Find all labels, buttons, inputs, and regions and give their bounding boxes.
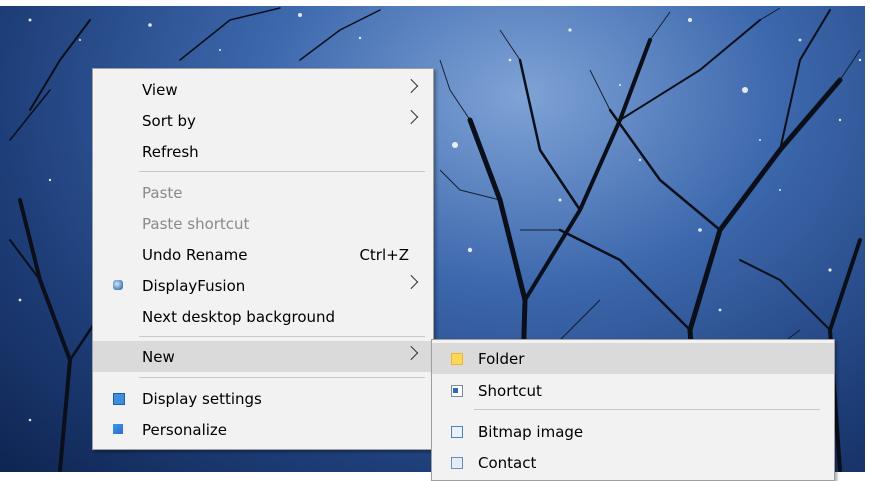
submenu-item-label: Contact <box>478 453 537 472</box>
menu-item-label: Sort by <box>142 111 196 130</box>
personalize-icon <box>113 424 123 434</box>
screenshot-border-right <box>865 0 870 478</box>
menu-item-refresh[interactable]: Refresh <box>93 136 433 167</box>
displayfusion-icon <box>113 280 123 290</box>
menu-item-label: Next desktop background <box>142 307 336 326</box>
menu-item-displayfusion[interactable]: DisplayFusion <box>93 270 433 301</box>
menu-item-label: Paste shortcut <box>142 214 250 233</box>
menu-item-undo-rename[interactable]: Undo Rename Ctrl+Z <box>93 239 433 270</box>
new-submenu: Folder Shortcut Bitmap image Contact <box>431 339 835 481</box>
folder-icon <box>451 353 463 365</box>
menu-item-new[interactable]: New <box>93 341 433 372</box>
submenu-item-label: Shortcut <box>478 381 542 400</box>
menu-item-label: DisplayFusion <box>142 276 246 295</box>
menu-item-personalize[interactable]: Personalize <box>93 414 433 445</box>
keyboard-shortcut: Ctrl+Z <box>359 245 409 264</box>
menu-item-label: Personalize <box>142 420 228 439</box>
shortcut-icon <box>451 385 463 397</box>
chevron-right-icon <box>404 78 419 94</box>
submenu-item-label: Bitmap image <box>478 422 584 441</box>
submenu-item-label: Folder <box>478 349 525 368</box>
submenu-item-folder[interactable]: Folder <box>432 343 834 374</box>
submenu-item-contact[interactable]: Contact <box>432 447 834 478</box>
menu-item-label: Paste <box>142 183 183 202</box>
menu-separator <box>139 336 425 337</box>
bitmap-icon <box>451 426 463 438</box>
chevron-right-icon <box>404 109 419 125</box>
menu-item-display-settings[interactable]: Display settings <box>93 383 433 414</box>
display-settings-icon <box>113 393 125 405</box>
menu-separator <box>139 377 425 378</box>
submenu-item-shortcut[interactable]: Shortcut <box>432 375 834 406</box>
menu-separator <box>474 409 820 410</box>
menu-item-paste[interactable]: Paste <box>93 177 433 208</box>
desktop-context-menu: View Sort by Refresh Paste Paste shortcu… <box>92 68 434 450</box>
menu-item-label: Display settings <box>142 389 262 408</box>
menu-item-next-desktop-background[interactable]: Next desktop background <box>93 301 433 332</box>
chevron-right-icon <box>404 274 419 290</box>
menu-item-view[interactable]: View <box>93 74 433 105</box>
chevron-right-icon <box>404 345 419 361</box>
screenshot-border-top <box>0 0 870 6</box>
menu-item-paste-shortcut[interactable]: Paste shortcut <box>93 208 433 239</box>
menu-separator <box>139 171 425 172</box>
menu-item-label: Refresh <box>142 142 199 161</box>
submenu-item-bitmap-image[interactable]: Bitmap image <box>432 416 834 447</box>
menu-item-label: View <box>142 80 178 99</box>
contact-icon <box>451 457 463 469</box>
menu-item-label: New <box>142 347 175 366</box>
menu-item-label: Undo Rename <box>142 245 248 264</box>
menu-item-sort-by[interactable]: Sort by <box>93 105 433 136</box>
